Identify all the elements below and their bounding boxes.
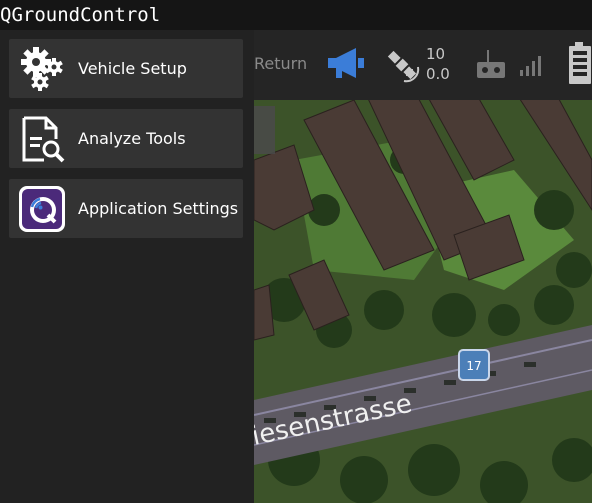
vehicle-setup-button[interactable]: Vehicle Setup <box>9 39 243 98</box>
top-toolbar: Return 10 0.0 <box>254 30 592 100</box>
gears-icon <box>18 45 66 93</box>
rc-transmitter-icon[interactable] <box>476 48 510 80</box>
gps-satellite-count: 10 <box>426 45 446 63</box>
signal-strength-icon <box>520 56 541 76</box>
map-control-strip[interactable] <box>254 106 275 154</box>
analyze-document-icon <box>18 115 66 163</box>
application-settings-button[interactable]: Application Settings <box>9 179 243 238</box>
vehicle-setup-label: Vehicle Setup <box>78 59 187 78</box>
gps-status[interactable]: 10 0.0 <box>426 44 450 84</box>
tools-drawer: Vehicle Setup Analyze Tools Application … <box>0 30 254 503</box>
megaphone-icon[interactable] <box>326 44 368 84</box>
analyze-tools-label: Analyze Tools <box>78 129 186 148</box>
battery-icon[interactable] <box>568 42 592 86</box>
return-button[interactable]: Return <box>254 54 307 73</box>
satellite-imagery: 17 iesenstrasse <box>254 100 592 503</box>
application-settings-label: Application Settings <box>78 199 239 218</box>
qgc-app-icon <box>18 185 66 233</box>
gps-hdop: 0.0 <box>426 65 450 83</box>
road-marker-label: 17 <box>466 359 481 373</box>
window-title: QGroundControl <box>0 0 592 30</box>
gps-satellite-icon[interactable] <box>382 45 422 85</box>
analyze-tools-button[interactable]: Analyze Tools <box>9 109 243 168</box>
map-view[interactable]: 17 iesenstrasse <box>254 100 592 503</box>
